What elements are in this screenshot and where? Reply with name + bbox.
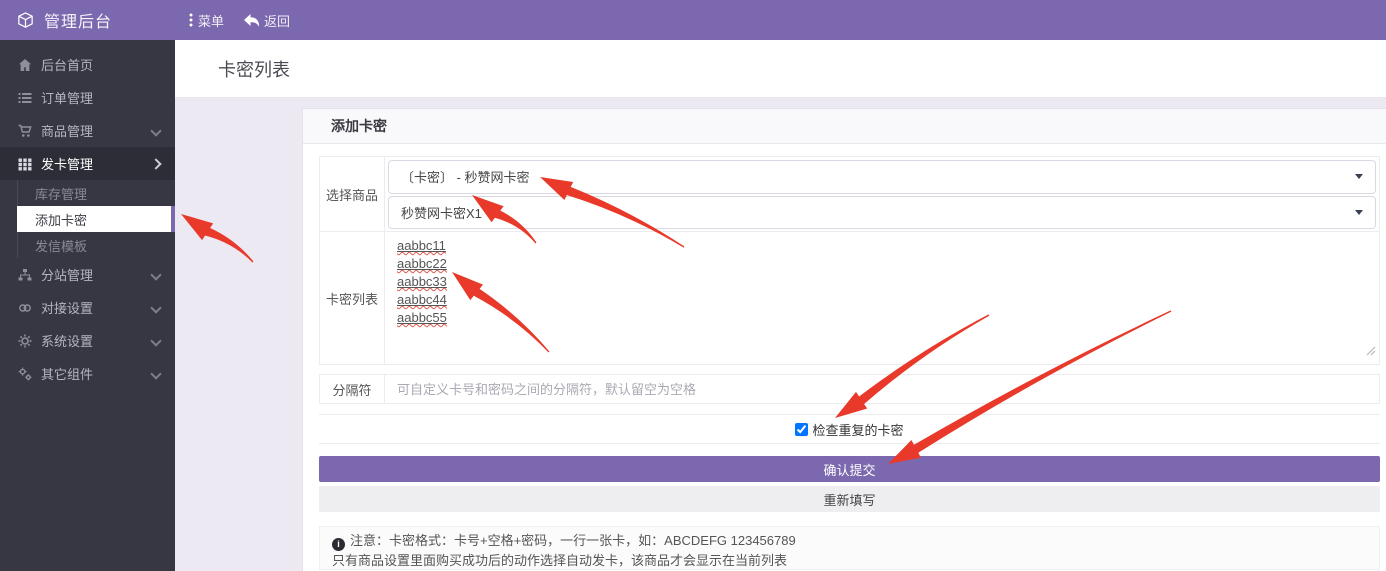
codes-textarea[interactable]: aabbc11 aabbc22 aabbc33 aabbc44 aabbc55	[385, 232, 1379, 364]
app-title: 管理后台	[44, 8, 112, 32]
note-line-1: i注意：卡密格式：卡号+空格+密码，一行一张卡，如：ABCDEFG 123456…	[332, 531, 1367, 551]
codes-row: 卡密列表 aabbc11 aabbc22 aabbc33 aabbc44 aab…	[319, 231, 1380, 365]
menu-dots-icon	[189, 13, 193, 27]
product-select-secondary-value: 秒赞网卡密X1	[401, 203, 482, 222]
page-title: 卡密列表	[218, 56, 290, 82]
grid-icon	[17, 157, 32, 171]
sidebar-item-label: 系统设置	[41, 331, 93, 350]
cart-icon	[17, 124, 32, 138]
submenu-item-label: 添加卡密	[35, 210, 87, 229]
sidebar-item-substations[interactable]: 分站管理	[0, 258, 175, 291]
return-arrow-icon	[244, 14, 259, 27]
info-circle-icon: i	[332, 538, 345, 551]
panel-header: 添加卡密	[303, 109, 1386, 144]
product-select-primary[interactable]: 〔卡密〕 - 秒赞网卡密	[388, 160, 1376, 194]
sidebar-item-label: 分站管理	[41, 265, 93, 284]
content-area: 添加卡密 选择商品 〔卡密〕 - 秒赞网卡密 秒赞网卡密X1	[175, 98, 1386, 571]
code-line: aabbc55	[397, 309, 447, 327]
note-panel: i注意：卡密格式：卡号+空格+密码，一行一张卡，如：ABCDEFG 123456…	[319, 526, 1380, 570]
submenu-item-mail-template[interactable]: 发信模板	[17, 232, 175, 258]
note-line-2: 只有商品设置里面购买成功后的动作选择自动发卡，该商品才会显示在当前列表	[332, 551, 1367, 570]
sidebar-item-home[interactable]: 后台首页	[0, 48, 175, 81]
add-card-panel: 添加卡密 选择商品 〔卡密〕 - 秒赞网卡密 秒赞网卡密X1	[302, 108, 1386, 571]
sidebar-item-orders[interactable]: 订单管理	[0, 81, 175, 114]
check-duplicates-row: 检查重复的卡密	[319, 414, 1380, 444]
admin-page: 管理后台 菜单 返回 后台首页	[0, 0, 1386, 571]
card-management-submenu: 库存管理 添加卡密 发信模板	[0, 180, 175, 258]
textarea-resize-grip[interactable]	[1366, 343, 1376, 361]
sitemap-icon	[17, 268, 32, 282]
code-line: aabbc33	[397, 273, 447, 291]
submenu-item-add-card[interactable]: 添加卡密	[17, 206, 175, 232]
code-line: aabbc44	[397, 291, 447, 309]
chevron-down-icon	[150, 158, 161, 169]
product-select-row: 选择商品 〔卡密〕 - 秒赞网卡密 秒赞网卡密X1	[319, 156, 1380, 233]
reset-button[interactable]: 重新填写	[319, 486, 1380, 512]
app-logo[interactable]: 管理后台	[0, 8, 174, 32]
submenu-item-label: 发信模板	[35, 236, 87, 255]
sidebar-item-label: 商品管理	[41, 121, 93, 140]
separator-row: 分隔符	[319, 374, 1380, 404]
sidebar-item-label: 对接设置	[41, 298, 93, 317]
product-select-label: 选择商品	[320, 157, 385, 232]
sidebar-item-label: 后台首页	[41, 55, 93, 74]
caret-down-icon	[1355, 210, 1363, 215]
sidebar-item-products[interactable]: 商品管理	[0, 114, 175, 147]
chevron-left-icon	[150, 335, 161, 346]
check-duplicates-checkbox[interactable]	[795, 423, 808, 436]
product-select-secondary[interactable]: 秒赞网卡密X1	[388, 196, 1376, 230]
submit-button[interactable]: 确认提交	[319, 456, 1380, 482]
sidebar-item-other-components[interactable]: 其它组件	[0, 357, 175, 390]
separator-label: 分隔符	[320, 375, 385, 403]
orders-list-icon	[17, 91, 32, 105]
sidebar: 后台首页 订单管理 商品管理 发卡管理	[0, 40, 175, 571]
gear-icon	[17, 334, 32, 348]
chevron-left-icon	[150, 269, 161, 280]
caret-down-icon	[1355, 174, 1363, 179]
code-line: aabbc11	[397, 237, 446, 255]
top-header-bar: 管理后台 菜单 返回	[0, 0, 1386, 40]
menu-button[interactable]: 菜单	[189, 11, 224, 30]
check-duplicates-label[interactable]: 检查重复的卡密	[812, 420, 903, 439]
sidebar-item-card-management[interactable]: 发卡管理	[0, 147, 175, 180]
links-icon	[17, 301, 32, 315]
box-logo-icon	[16, 11, 35, 30]
codes-label: 卡密列表	[320, 232, 385, 364]
back-button-label: 返回	[264, 11, 290, 30]
sidebar-item-system-settings[interactable]: 系统设置	[0, 324, 175, 357]
submenu-item-label: 库存管理	[35, 184, 87, 203]
sidebar-item-api-settings[interactable]: 对接设置	[0, 291, 175, 324]
separator-input[interactable]	[385, 375, 1379, 403]
submenu-item-stock[interactable]: 库存管理	[17, 180, 175, 206]
sidebar-item-label: 其它组件	[41, 364, 93, 383]
product-select-primary-value: 〔卡密〕 - 秒赞网卡密	[401, 167, 530, 186]
gears-icon	[17, 367, 32, 381]
back-button[interactable]: 返回	[244, 11, 290, 30]
sidebar-item-label: 发卡管理	[41, 154, 93, 173]
chevron-left-icon	[150, 125, 161, 136]
code-line: aabbc22	[397, 255, 447, 273]
panel-title: 添加卡密	[331, 116, 387, 136]
home-icon	[17, 58, 32, 72]
chevron-left-icon	[150, 368, 161, 379]
sidebar-item-label: 订单管理	[41, 88, 93, 107]
chevron-left-icon	[150, 302, 161, 313]
menu-button-label: 菜单	[198, 11, 224, 30]
page-header: 卡密列表	[175, 40, 1386, 98]
